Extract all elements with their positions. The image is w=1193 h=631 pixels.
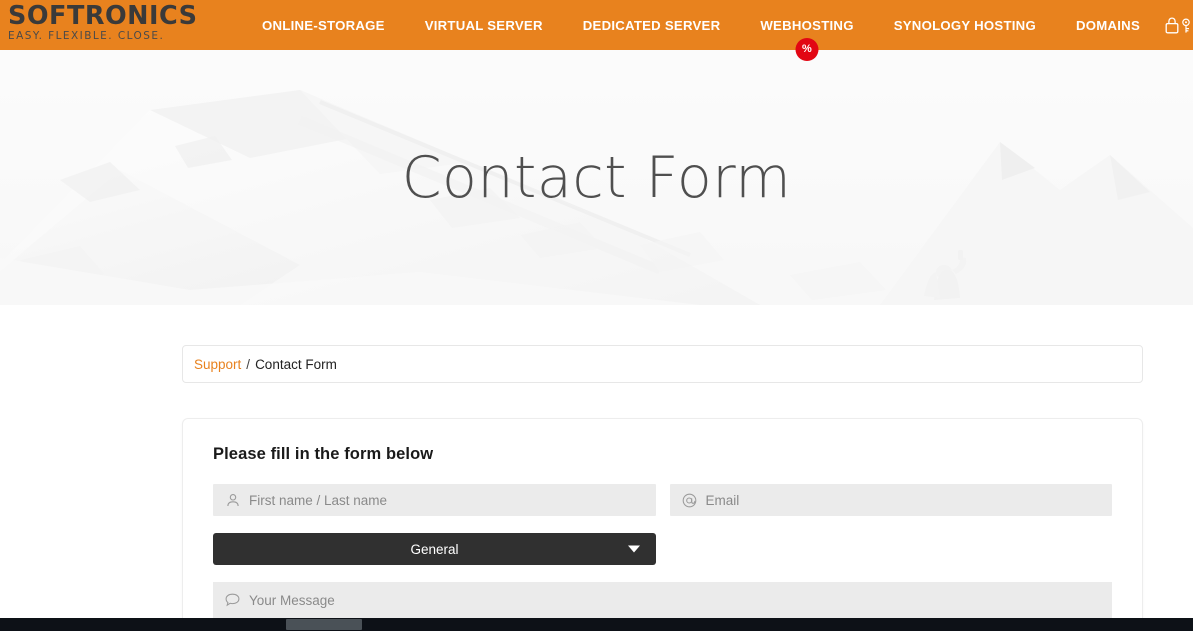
nav-item-support[interactable]: SUPPORT bbox=[1180, 0, 1193, 50]
brand-name: SOFTRONICS bbox=[8, 1, 198, 31]
hero-banner: Contact Form bbox=[0, 50, 1193, 305]
nav-item-domains[interactable]: DOMAINS bbox=[1076, 0, 1140, 50]
nav-label: VIRTUAL SERVER bbox=[424, 17, 543, 33]
category-select[interactable]: General bbox=[213, 533, 656, 565]
nav-item-synology-hosting[interactable]: SYNOLOGY HOSTING bbox=[894, 0, 1036, 50]
category-select-value: General bbox=[410, 541, 459, 557]
contact-form-card: Please fill in the form below First name… bbox=[182, 418, 1143, 631]
nav-label: ONLINE-STORAGE bbox=[262, 17, 385, 33]
nav-item-online-storage[interactable]: ONLINE-STORAGE bbox=[262, 0, 385, 50]
horizontal-scrollbar-thumb[interactable] bbox=[286, 619, 362, 630]
discount-percent-badge: % bbox=[795, 38, 819, 61]
nav-item-virtual-server[interactable]: VIRTUAL SERVER bbox=[425, 0, 543, 50]
breadcrumb-separator: / bbox=[246, 356, 251, 372]
brand-logo[interactable]: SOFTRONICS EASY. FLEXIBLE. CLOSE. bbox=[8, 2, 198, 43]
breadcrumb: Support / Contact Form bbox=[182, 345, 1143, 383]
horizontal-scrollbar[interactable] bbox=[0, 618, 1193, 631]
name-input-placeholder: First name / Last name bbox=[249, 492, 388, 508]
person-icon bbox=[225, 492, 241, 508]
nav-item-dedicated-server[interactable]: DEDICATED SERVER bbox=[583, 0, 721, 50]
breadcrumb-link-support[interactable]: Support bbox=[194, 357, 241, 372]
email-input-placeholder: Email bbox=[705, 492, 740, 508]
chevron-down-icon bbox=[628, 545, 640, 553]
message-textarea-placeholder: Your Message bbox=[249, 593, 335, 608]
name-input[interactable]: First name / Last name bbox=[213, 484, 656, 516]
main-navigation: ONLINE-STORAGE VIRTUAL SERVER DEDICATED … bbox=[262, 0, 1193, 61]
key-icon bbox=[1180, 18, 1192, 34]
form-row-category: General bbox=[213, 533, 1112, 565]
breadcrumb-current: Contact Form bbox=[255, 356, 337, 372]
site-header: SOFTRONICS EASY. FLEXIBLE. CLOSE. ONLINE… bbox=[0, 0, 1193, 61]
form-heading: Please fill in the form below bbox=[213, 445, 434, 463]
form-row-name-email: First name / Last name Email bbox=[213, 484, 1112, 516]
page-root: SOFTRONICS EASY. FLEXIBLE. CLOSE. ONLINE… bbox=[0, 0, 1193, 631]
nav-item-webhosting[interactable]: WEBHOSTING % bbox=[760, 0, 854, 61]
page-title: Contact Form bbox=[401, 144, 792, 211]
brand-tagline: EASY. FLEXIBLE. CLOSE. bbox=[8, 30, 165, 42]
email-input[interactable]: Email bbox=[669, 484, 1112, 516]
nav-label: WEBHOSTING bbox=[760, 17, 854, 33]
nav-label: SYNOLOGY HOSTING bbox=[893, 17, 1036, 33]
main-content: Support / Contact Form Please fill in th… bbox=[0, 305, 1193, 631]
lock-icon[interactable] bbox=[1163, 15, 1181, 35]
at-sign-icon bbox=[682, 492, 698, 508]
speech-bubble-icon bbox=[225, 593, 241, 609]
nav-label: DOMAINS bbox=[1075, 17, 1140, 33]
nav-label: DEDICATED SERVER bbox=[582, 17, 721, 33]
